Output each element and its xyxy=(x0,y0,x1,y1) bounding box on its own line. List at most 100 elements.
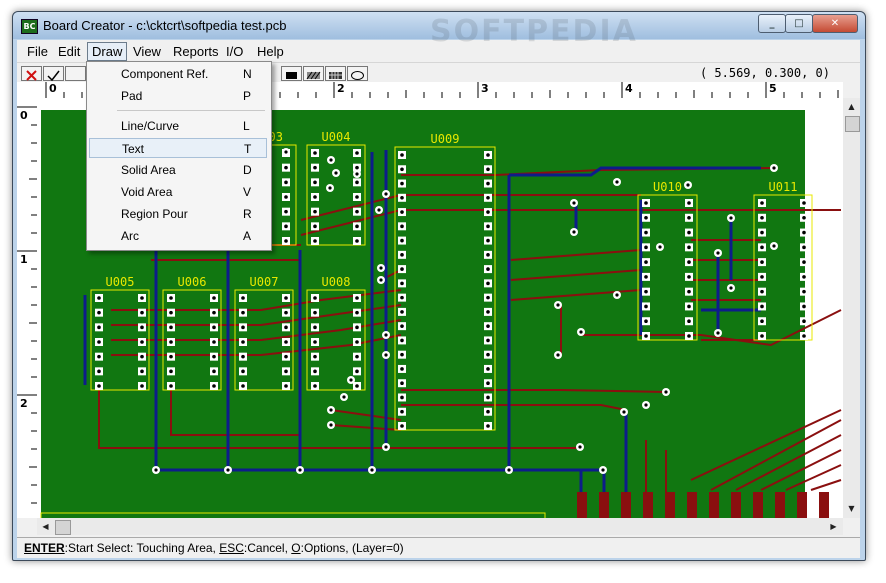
menu-reports[interactable]: Reports xyxy=(169,43,223,60)
pad-hole xyxy=(760,230,764,235)
pad-hole xyxy=(760,304,764,309)
menu-item-label: Arc xyxy=(121,229,139,243)
cancel-tool-button[interactable] xyxy=(21,66,42,81)
menu-item-solid-area[interactable]: Solid Area D xyxy=(89,160,267,180)
tool-button[interactable] xyxy=(65,66,86,81)
hatch-fill-tool-button[interactable] xyxy=(303,66,324,81)
vertical-scrollbar[interactable]: ▲ ▼ xyxy=(843,98,860,518)
pad-hole xyxy=(687,201,691,205)
pad-hole xyxy=(284,310,288,315)
pad-hole xyxy=(486,295,490,300)
via-hole xyxy=(664,390,668,394)
pad-hole xyxy=(313,239,317,243)
minimize-button[interactable]: _ xyxy=(758,14,786,33)
menu-io[interactable]: I/O xyxy=(222,43,247,60)
pad-hole xyxy=(313,296,317,300)
via-hole xyxy=(572,201,576,205)
scroll-down-arrow[interactable]: ▼ xyxy=(844,501,859,516)
edge-connector-finger xyxy=(819,492,829,518)
pad-hole xyxy=(241,325,245,330)
edge-connector-finger xyxy=(643,492,653,518)
pad-hole xyxy=(284,165,288,170)
pad-hole xyxy=(284,209,288,214)
scroll-up-arrow[interactable]: ▲ xyxy=(844,99,859,114)
scroll-thumb[interactable] xyxy=(55,520,71,535)
component-ref-label: U010 xyxy=(653,180,682,194)
pad-hole xyxy=(140,296,144,300)
pad-hole xyxy=(400,281,404,286)
pad-hole xyxy=(355,384,359,388)
pad-hole xyxy=(169,296,173,300)
component-ref-label: U005 xyxy=(106,275,135,289)
pad-hole xyxy=(760,319,764,324)
menu-item-line-curve[interactable]: Line/Curve L xyxy=(89,116,267,136)
menu-edit[interactable]: Edit xyxy=(54,43,84,60)
menu-item-component-ref[interactable]: Component Ref. N xyxy=(89,64,267,84)
via-hole xyxy=(601,468,605,472)
circle-tool-button[interactable] xyxy=(347,66,368,81)
pad-hole xyxy=(241,340,245,344)
pad-hole xyxy=(284,224,288,229)
edge-connector-finger xyxy=(753,492,763,518)
pad-hole xyxy=(486,409,490,414)
pad-hole xyxy=(97,325,101,330)
edge-connector-finger xyxy=(665,492,675,518)
via-hole xyxy=(579,330,583,334)
pad-hole xyxy=(212,354,216,359)
menu-file[interactable]: File xyxy=(23,43,52,60)
pad-hole xyxy=(140,369,144,374)
menu-item-region-pour[interactable]: Region Pour R xyxy=(89,204,267,224)
edge-connector-finger xyxy=(797,492,807,518)
menu-draw[interactable]: Draw xyxy=(87,42,128,61)
menu-item-pad[interactable]: Pad P xyxy=(89,86,267,106)
pad-hole xyxy=(313,224,317,229)
pad-hole xyxy=(687,304,691,309)
close-button[interactable]: ✕ xyxy=(812,14,858,33)
window-title: Board Creator - c:\cktcrt\softpedia test… xyxy=(43,18,287,33)
pad-hole xyxy=(400,295,404,300)
via-hole xyxy=(615,293,619,297)
pad-hole xyxy=(760,201,764,205)
via-hole xyxy=(772,244,776,248)
pad-hole xyxy=(644,319,648,324)
menu-separator xyxy=(117,110,265,111)
pad-hole xyxy=(284,354,288,359)
via-hole xyxy=(384,192,388,196)
menu-item-arc[interactable]: Arc A xyxy=(89,226,267,246)
via-hole xyxy=(644,403,648,407)
pad-hole xyxy=(313,354,317,359)
ok-tool-button[interactable] xyxy=(43,66,64,82)
title-bar[interactable]: BC Board Creator - c:\cktcrt\softpedia t… xyxy=(13,12,865,39)
via-hole xyxy=(226,468,230,472)
via-hole xyxy=(329,423,333,427)
menu-item-text[interactable]: Text T xyxy=(89,138,267,158)
pad-hole xyxy=(760,245,764,250)
pad-hole xyxy=(644,201,648,205)
pad-hole xyxy=(486,253,490,257)
pad-hole xyxy=(212,369,216,374)
horizontal-scrollbar[interactable]: ◀ ▶ xyxy=(37,518,843,535)
menu-item-void-area[interactable]: Void Area V xyxy=(89,182,267,202)
pad-hole xyxy=(400,367,404,371)
pad-hole xyxy=(486,310,490,314)
ruler-h-label: 3 xyxy=(481,82,489,95)
menu-item-label: Solid Area xyxy=(121,163,176,177)
solid-fill-tool-button[interactable] xyxy=(281,66,302,81)
via-hole xyxy=(379,266,383,270)
menu-view[interactable]: View xyxy=(129,43,165,60)
via-hole xyxy=(284,150,288,154)
scroll-right-arrow[interactable]: ▶ xyxy=(826,519,841,534)
pad-hole xyxy=(284,195,288,199)
pad-hole xyxy=(400,338,404,343)
pad-hole xyxy=(313,340,317,344)
scroll-thumb[interactable] xyxy=(845,116,860,132)
maximize-button[interactable]: □ xyxy=(785,14,813,33)
pad-hole xyxy=(97,384,101,388)
scroll-left-arrow[interactable]: ◀ xyxy=(38,519,53,534)
pad-hole xyxy=(802,215,806,220)
menu-help[interactable]: Help xyxy=(253,43,288,60)
grid-fill-tool-button[interactable] xyxy=(325,66,346,81)
pad-hole xyxy=(400,153,404,157)
pad-hole xyxy=(313,165,317,170)
pad-hole xyxy=(486,352,490,357)
